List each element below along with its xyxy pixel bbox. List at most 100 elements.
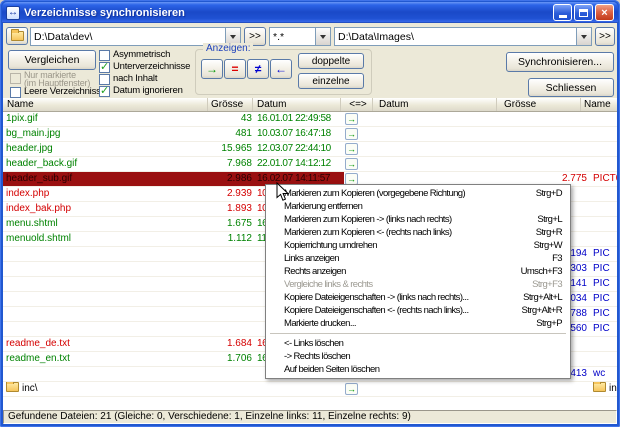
column-header-date-left[interactable]: Datum [254,98,341,111]
close-dialog-button[interactable]: Schliessen [528,78,614,97]
subdirs-checkbox[interactable] [99,60,110,73]
filter-copy-left-button[interactable]: ← [270,59,292,79]
menu-item-label: Kopierrichtung umdrehen [284,240,377,251]
right-file-name: PIC [593,263,610,274]
file-row[interactable] [3,397,617,410]
file-size: 2.939 [226,188,252,199]
column-header-name-right[interactable]: Name [582,98,617,111]
column-header-size-left[interactable]: Grösse [209,98,253,111]
menu-item[interactable]: Markieren zum Kopieren (vorgegebene Rich… [268,187,568,200]
file-size: 15.965 [221,143,252,154]
right-path-combo[interactable] [334,27,592,46]
menu-item-shortcut: Strg+F3 [532,279,562,290]
column-header-direction[interactable]: <=> [342,98,373,111]
file-size [186,247,252,261]
file-mask-input[interactable] [270,28,315,45]
file-date [257,397,344,410]
menu-item-label: Kopiere Dateieigenschaften <- (rechts na… [284,305,469,316]
right-path-dropdown-button[interactable] [576,28,591,45]
file-name: 1pix.gif [6,113,38,124]
filter-copy-right-button[interactable]: → [201,59,223,79]
file-name [6,262,186,276]
menu-item[interactable]: Rechts anzeigen Umsch+F3 [268,265,568,278]
file-name: menu.shtml [6,218,58,229]
menu-item[interactable]: Markieren zum Kopieren <- (rechts nach l… [268,226,568,239]
maximize-button[interactable] [574,4,593,21]
only-marked-checkbox [10,73,21,84]
titlebar[interactable]: ↔ Verzeichnisse synchronisieren × [2,2,618,23]
column-header-name-left[interactable]: Name [3,98,208,111]
file-size [186,382,252,396]
file-row[interactable]: header_back.gif 7.968 22.01.07 14:12:12 → [3,157,617,172]
menu-item-label: Markierte drucken... [284,318,357,329]
file-mask-combo[interactable] [269,27,331,46]
filter-equal-button[interactable]: = [224,59,246,79]
menu-item[interactable]: Markierung entfernen [268,200,568,213]
file-date: 22.01.07 14:12:12 [257,158,331,169]
right-file-name [593,217,617,231]
menu-item[interactable]: Markieren zum Kopieren -> (links nach re… [268,213,568,226]
file-row[interactable]: bg_main.jpg 481 10.03.07 16:47:18 → [3,127,617,142]
file-size: 43 [240,113,252,124]
column-header-date-right[interactable]: Datum [374,98,497,111]
right-file-date [377,112,463,126]
expand-right-button[interactable]: >> [595,27,615,46]
close-icon: × [601,6,608,19]
sync-direction-cell: → [345,127,362,141]
file-name: index.php [6,188,50,199]
file-row[interactable]: header.jpg 15.965 12.03.07 22:44:10 → [3,142,617,157]
menu-item[interactable]: Auf beiden Seiten löschen [268,363,568,376]
synchronize-button[interactable]: Synchronisieren... [506,52,614,72]
minimize-button[interactable] [553,4,572,21]
duplicates-button[interactable]: doppelte [298,53,364,69]
menu-item[interactable]: -> Rechts löschen [268,350,568,363]
right-file-size [485,397,587,410]
file-size: 2.986 [226,173,252,184]
right-file-date [377,382,463,396]
file-mask-dropdown-button[interactable] [315,28,330,45]
file-size: 1.893 [226,203,252,214]
singles-button[interactable]: einzelne [298,73,364,89]
file-name: readme_en.txt [6,353,70,364]
menu-item-shortcut: Umsch+F3 [520,266,563,277]
menu-item-shortcut: Strg+D [535,188,563,199]
menu-item[interactable]: <- Links löschen [268,337,568,350]
right-path-input[interactable] [335,28,576,45]
right-file-size [485,157,587,171]
menu-item[interactable]: Links anzeigen F3 [268,252,568,265]
file-row[interactable]: 1pix.gif 43 16.01.01 22:49:58 → [3,112,617,127]
menu-item[interactable]: Kopiere Dateieigenschaften <- (rechts na… [268,304,568,317]
file-size [186,262,252,276]
right-file-name [593,232,617,246]
sync-direction-cell: → [345,157,362,171]
menu-item[interactable]: Markierte drucken... Strg+P [268,317,568,330]
window-title: Verzeichnisse synchronisieren [24,6,185,19]
file-name: header_back.gif [6,158,78,169]
filter-not-equal-button[interactable]: ≠ [247,59,269,79]
right-file-size [485,142,587,156]
empty-dirs-label: Leere Verzeichnisse [24,86,106,97]
menu-item[interactable]: Kopierrichtung umdrehen Strg+W [268,239,568,252]
empty-dirs-checkbox[interactable] [10,87,21,98]
right-file-size [485,382,587,396]
menu-item[interactable]: Kopiere Dateieigenschaften -> (links nac… [268,291,568,304]
right-file-name: PICT0 [593,173,617,184]
file-size [186,397,252,410]
right-file-name [593,202,617,216]
dir-row[interactable]: inc\ → inc\ [3,382,617,397]
compare-button[interactable]: Vergleichen [8,50,96,70]
file-name: header.jpg [6,143,53,154]
ignore-date-checkbox[interactable] [99,84,110,97]
column-header-size-right[interactable]: Grösse [498,98,581,111]
menu-item-label: Kopiere Dateieigenschaften -> (links nac… [284,292,469,303]
menu-item-label: Rechts anzeigen [284,266,346,277]
close-button[interactable]: × [595,4,614,21]
file-name [6,367,186,381]
menu-item-shortcut: Strg+W [533,240,563,251]
menu-item-label: Links anzeigen [284,253,340,264]
asymmetric-label: Asymmetrisch [113,49,171,60]
right-file-name: PIC [593,293,610,304]
left-path-input[interactable] [31,28,225,45]
path-history-button[interactable] [6,27,28,45]
menu-item-shortcut: F3 [552,253,562,264]
